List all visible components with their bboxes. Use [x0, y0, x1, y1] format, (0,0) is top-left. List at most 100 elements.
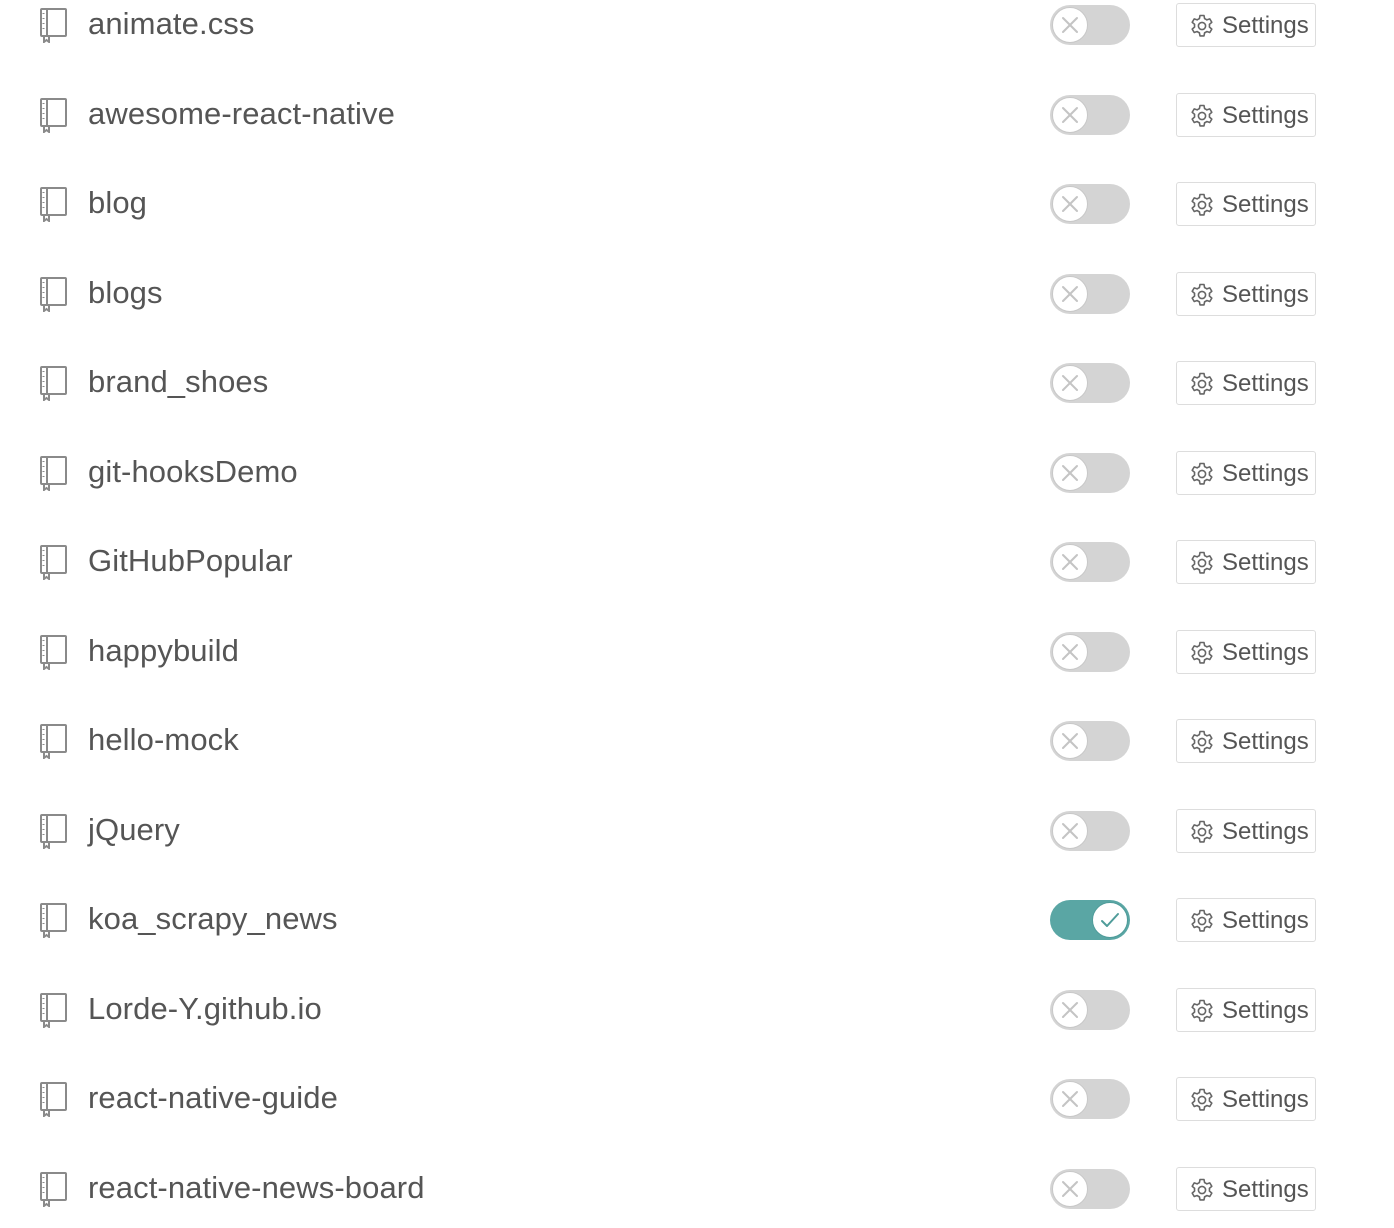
- settings-button[interactable]: Settings: [1176, 808, 1316, 853]
- settings-button[interactable]: Settings: [1176, 540, 1316, 584]
- repository-row: git-hooksDemo Settings: [0, 442, 1394, 502]
- repository-name: blogs: [88, 274, 163, 310]
- repo-book-icon: [38, 97, 70, 134]
- repository-name: brand_shoes: [88, 364, 269, 399]
- repo-book-icon: [38, 544, 70, 582]
- repository-name: GitHubPopular: [88, 543, 293, 578]
- settings-label: Settings: [1222, 191, 1309, 218]
- repository-name: blog: [88, 185, 148, 220]
- gear-icon: [1189, 819, 1215, 845]
- repo-book-icon: [38, 455, 70, 492]
- repo-book-icon: [38, 902, 70, 940]
- settings-label: Settings: [1222, 638, 1309, 666]
- repo-book-icon: [38, 276, 70, 313]
- repo-book-icon: [38, 1171, 70, 1208]
- repo-book-icon: [38, 634, 70, 671]
- repository-row: react-native-news-board Settings: [0, 1158, 1394, 1218]
- repository-toggle[interactable]: [1050, 721, 1130, 761]
- settings-button[interactable]: Settings: [1176, 629, 1316, 674]
- repository-row: happybuild Settings: [0, 621, 1394, 681]
- settings-label: Settings: [1222, 996, 1309, 1024]
- repository-row: blogs Settings: [0, 263, 1394, 323]
- repo-book-icon: [38, 1081, 70, 1119]
- x-mark-icon: [1052, 1081, 1088, 1117]
- x-mark-icon: [1052, 96, 1088, 133]
- settings-button[interactable]: Settings: [1176, 361, 1316, 405]
- x-mark-icon: [1052, 633, 1088, 670]
- settings-button[interactable]: Settings: [1176, 987, 1316, 1032]
- gear-icon: [1189, 550, 1215, 576]
- x-mark-icon: [1052, 544, 1088, 580]
- repo-book-icon: [38, 992, 70, 1029]
- x-mark-icon: [1052, 275, 1088, 312]
- repository-name: react-native-guide: [88, 1080, 338, 1115]
- settings-button[interactable]: Settings: [1176, 182, 1316, 226]
- settings-label: Settings: [1222, 549, 1309, 576]
- repository-toggle[interactable]: [1050, 1168, 1130, 1209]
- repository-name: koa_scrapy_news: [88, 901, 338, 936]
- settings-button[interactable]: Settings: [1176, 271, 1316, 316]
- gear-icon: [1189, 13, 1215, 39]
- repository-toggle[interactable]: [1050, 94, 1130, 135]
- repo-book-icon: [38, 723, 70, 761]
- settings-button[interactable]: Settings: [1176, 3, 1316, 47]
- repository-toggle[interactable]: [1050, 273, 1130, 314]
- repository-toggle[interactable]: [1050, 542, 1130, 582]
- x-mark-icon: [1052, 365, 1088, 401]
- repository-name: react-native-news-board: [88, 1169, 425, 1205]
- repository-row: brand_shoes Settings: [0, 352, 1394, 412]
- x-mark-icon: [1052, 454, 1088, 491]
- settings-label: Settings: [1222, 1086, 1309, 1113]
- repository-name: happybuild: [88, 632, 239, 668]
- x-mark-icon: [1052, 812, 1088, 849]
- repository-toggle[interactable]: [1050, 989, 1130, 1030]
- gear-icon: [1189, 192, 1215, 218]
- repo-book-icon: [38, 813, 70, 850]
- settings-button[interactable]: Settings: [1176, 898, 1316, 942]
- repository-row: jQuery Settings: [0, 800, 1394, 860]
- settings-label: Settings: [1222, 370, 1309, 397]
- repository-name: awesome-react-native: [88, 95, 395, 131]
- repository-row: awesome-react-native Settings: [0, 84, 1394, 144]
- settings-button[interactable]: Settings: [1176, 719, 1316, 763]
- gear-icon: [1189, 998, 1215, 1024]
- settings-button[interactable]: Settings: [1176, 92, 1316, 137]
- x-mark-icon: [1052, 186, 1088, 222]
- settings-button[interactable]: Settings: [1176, 1166, 1316, 1211]
- repo-book-icon: [38, 365, 70, 403]
- repo-book-icon: [38, 7, 70, 45]
- repository-name: git-hooksDemo: [88, 453, 298, 489]
- repository-toggle[interactable]: [1050, 900, 1130, 940]
- gear-icon: [1189, 1177, 1215, 1203]
- repository-toggle[interactable]: [1050, 184, 1130, 224]
- gear-icon: [1189, 1087, 1215, 1113]
- gear-icon: [1189, 282, 1215, 308]
- repository-name: animate.css: [88, 6, 255, 41]
- repository-row: animate.css Settings: [0, 0, 1394, 54]
- repository-row: hello-mock Settings: [0, 710, 1394, 770]
- repository-name: Lorde-Y.github.io: [88, 990, 322, 1026]
- repository-toggle[interactable]: [1050, 5, 1130, 45]
- gear-icon: [1189, 371, 1215, 397]
- repository-row: react-native-guide Settings: [0, 1068, 1394, 1128]
- repository-toggle[interactable]: [1050, 810, 1130, 851]
- settings-button[interactable]: Settings: [1176, 1077, 1316, 1121]
- repository-row: Lorde-Y.github.io Settings: [0, 979, 1394, 1039]
- settings-label: Settings: [1222, 12, 1309, 39]
- settings-button[interactable]: Settings: [1176, 450, 1316, 495]
- repository-name: hello-mock: [88, 722, 239, 757]
- gear-icon: [1189, 461, 1215, 487]
- settings-label: Settings: [1222, 101, 1309, 129]
- repo-book-icon: [38, 186, 70, 224]
- repository-row: blog Settings: [0, 173, 1394, 233]
- repository-row: GitHubPopular Settings: [0, 531, 1394, 591]
- repository-toggle[interactable]: [1050, 363, 1130, 403]
- gear-icon: [1189, 908, 1215, 934]
- gear-icon: [1189, 103, 1215, 129]
- repository-toggle[interactable]: [1050, 631, 1130, 672]
- gear-icon: [1189, 729, 1215, 755]
- check-mark-icon: [1092, 902, 1128, 938]
- settings-label: Settings: [1222, 459, 1309, 487]
- repository-toggle[interactable]: [1050, 452, 1130, 493]
- repository-toggle[interactable]: [1050, 1079, 1130, 1119]
